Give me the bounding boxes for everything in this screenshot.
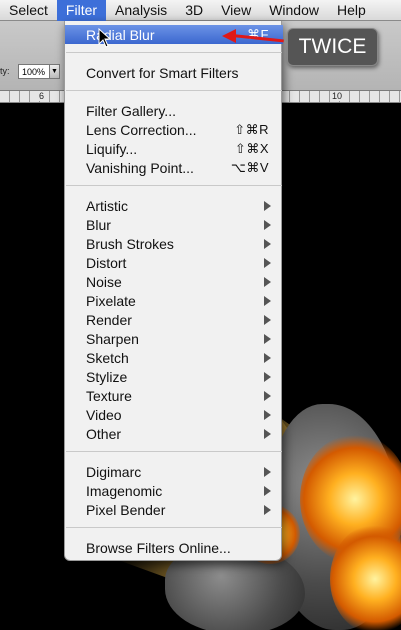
- menu-item-label: Video: [86, 406, 122, 423]
- shortcut-label: ⇧⌘R: [234, 121, 269, 137]
- shortcut-label: ⇧⌘X: [234, 140, 269, 156]
- menu-item-label: Filter Gallery...: [86, 102, 176, 119]
- menu-item-convert-smart-filters[interactable]: Convert for Smart Filters: [65, 63, 283, 82]
- menu-item-artistic[interactable]: Artistic: [65, 196, 283, 215]
- menu-item-brush-strokes[interactable]: Brush Strokes: [65, 234, 283, 253]
- menu-item-sharpen[interactable]: Sharpen: [65, 329, 283, 348]
- menu-item-label: Distort: [86, 254, 127, 271]
- menu-item-vanishing-point[interactable]: Vanishing Point... ⌥⌘V: [65, 158, 283, 177]
- menu-separator: [66, 52, 282, 53]
- menu-item-label: Brush Strokes: [86, 235, 174, 252]
- menu-bar: Select Filter Analysis 3D View Window He…: [0, 0, 401, 21]
- menu-item-pixel-bender[interactable]: Pixel Bender: [65, 500, 283, 519]
- menu-window[interactable]: Window: [260, 0, 328, 21]
- submenu-arrow-icon: [264, 505, 271, 515]
- filter-menu: Radial Blur ⌘F Convert for Smart Filters…: [64, 21, 283, 561]
- menu-analysis[interactable]: Analysis: [106, 0, 176, 21]
- menu-item-label: Lens Correction...: [86, 121, 197, 138]
- opacity-label: ty:: [0, 66, 10, 76]
- menu-item-video[interactable]: Video: [65, 405, 283, 424]
- menu-item-label: Radial Blur: [86, 26, 155, 43]
- shortcut-label: ⌥⌘V: [230, 159, 269, 175]
- menu-item-pixelate[interactable]: Pixelate: [65, 291, 283, 310]
- menu-item-noise[interactable]: Noise: [65, 272, 283, 291]
- submenu-arrow-icon: [264, 467, 271, 477]
- menu-item-label: Convert for Smart Filters: [86, 64, 239, 81]
- menu-item-blur[interactable]: Blur: [65, 215, 283, 234]
- menu-item-label: Texture: [86, 387, 132, 404]
- menu-item-imagenomic[interactable]: Imagenomic: [65, 481, 283, 500]
- menu-separator: [66, 527, 282, 528]
- menu-item-label: Digimarc: [86, 463, 142, 480]
- menu-select[interactable]: Select: [0, 0, 57, 21]
- menu-item-label: Imagenomic: [86, 482, 163, 499]
- menu-item-label: Sharpen: [86, 330, 139, 347]
- menu-filter[interactable]: Filter: [56, 0, 107, 21]
- menu-item-render[interactable]: Render: [65, 310, 283, 329]
- menu-3d[interactable]: 3D: [176, 0, 212, 21]
- menu-item-label: Liquify...: [86, 140, 138, 157]
- menu-separator: [66, 185, 282, 186]
- menu-item-sketch[interactable]: Sketch: [65, 348, 283, 367]
- submenu-arrow-icon: [264, 315, 271, 325]
- submenu-arrow-icon: [264, 277, 271, 287]
- menu-item-label: Render: [86, 311, 132, 328]
- submenu-arrow-icon: [264, 201, 271, 211]
- menu-item-label: Sketch: [86, 349, 129, 366]
- menu-separator: [66, 451, 282, 452]
- menu-item-label: Vanishing Point...: [86, 159, 194, 176]
- submenu-arrow-icon: [264, 410, 271, 420]
- submenu-arrow-icon: [264, 334, 271, 344]
- menu-item-stylize[interactable]: Stylize: [65, 367, 283, 386]
- mouse-pointer-icon: [98, 28, 112, 48]
- menu-item-label: Artistic: [86, 197, 128, 214]
- dropdown-arrow-icon[interactable]: ▼: [49, 65, 59, 78]
- opacity-select[interactable]: 100% ▼: [18, 64, 60, 79]
- menu-item-distort[interactable]: Distort: [65, 253, 283, 272]
- menu-item-label: Browse Filters Online...: [86, 539, 231, 556]
- twice-callout: TWICE: [287, 28, 378, 66]
- menu-item-filter-gallery[interactable]: Filter Gallery...: [65, 101, 283, 120]
- opacity-value: 100%: [22, 66, 46, 77]
- menu-item-label: Pixelate: [86, 292, 136, 309]
- menu-item-texture[interactable]: Texture: [65, 386, 283, 405]
- menu-separator: [66, 90, 282, 91]
- menu-item-other[interactable]: Other: [65, 424, 283, 443]
- ruler-mark: 6: [38, 91, 46, 101]
- menu-item-label: Blur: [86, 216, 111, 233]
- submenu-arrow-icon: [264, 258, 271, 268]
- submenu-arrow-icon: [264, 372, 271, 382]
- submenu-arrow-icon: [264, 391, 271, 401]
- annotation-arrow-icon: [222, 29, 236, 43]
- menu-help[interactable]: Help: [328, 0, 375, 21]
- submenu-arrow-icon: [264, 353, 271, 363]
- menu-item-label: Other: [86, 425, 122, 442]
- menu-item-digimarc[interactable]: Digimarc: [65, 462, 283, 481]
- menu-item-browse-filters-online[interactable]: Browse Filters Online...: [65, 538, 283, 557]
- submenu-arrow-icon: [264, 429, 271, 439]
- menu-item-label: Stylize: [86, 368, 128, 385]
- ruler-mark: 10: [331, 91, 344, 101]
- submenu-arrow-icon: [264, 239, 271, 249]
- menu-item-liquify[interactable]: Liquify... ⇧⌘X: [65, 139, 283, 158]
- submenu-arrow-icon: [264, 220, 271, 230]
- menu-item-lens-correction[interactable]: Lens Correction... ⇧⌘R: [65, 120, 283, 139]
- menu-item-label: Pixel Bender: [86, 501, 166, 518]
- submenu-arrow-icon: [264, 296, 271, 306]
- menu-view[interactable]: View: [212, 0, 260, 21]
- menu-item-label: Noise: [86, 273, 122, 290]
- submenu-arrow-icon: [264, 486, 271, 496]
